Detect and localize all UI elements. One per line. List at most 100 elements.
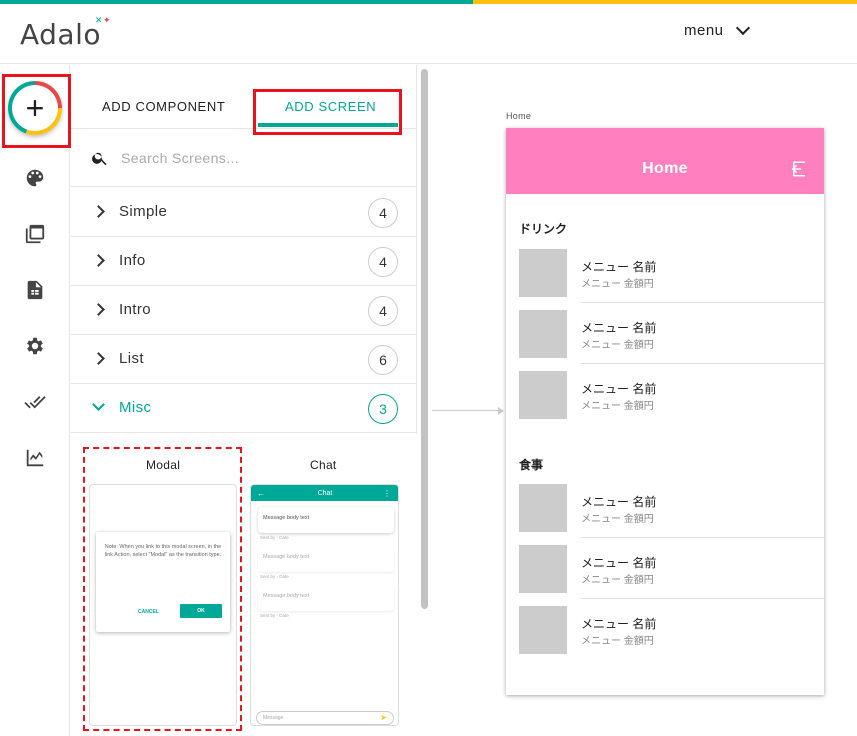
chevron-right-icon <box>92 205 105 218</box>
category-label: Simple <box>119 203 168 220</box>
logo-sparkle-icon: ✕✦ <box>94 16 112 26</box>
left-tool-rail: + <box>0 65 70 736</box>
search-bar <box>71 129 417 187</box>
category-label: Info <box>119 252 146 269</box>
category-misc[interactable]: Misc 3 <box>71 384 417 433</box>
item-price: メニュー 金額円 <box>581 514 654 525</box>
chat-bar-title: Chat <box>317 489 333 497</box>
item-divider <box>581 598 824 599</box>
item-name: メニュー 名前 <box>581 495 657 509</box>
chat-message: Message body text <box>258 546 394 572</box>
send-icon: ➤ <box>380 713 387 722</box>
item-name: メニュー 名前 <box>581 556 657 570</box>
logout-icon[interactable] <box>790 160 808 178</box>
category-simple[interactable]: Simple 4 <box>71 188 417 237</box>
screen-home[interactable]: Home ドリンク メニュー 名前 メニュー 金額円 メニュー 名前 メニュー … <box>506 128 824 695</box>
chat-sent-info: Sent by - Date <box>260 535 289 540</box>
item-name: メニュー 名前 <box>581 260 657 274</box>
screens-icon[interactable] <box>24 223 46 245</box>
chat-app-bar: ← Chat ⋮ <box>251 485 398 501</box>
arrow-left-icon: ← <box>257 488 265 498</box>
chat-message: Message body text <box>258 507 394 533</box>
item-divider <box>581 363 824 364</box>
panel-tabs: ADD COMPONENT ADD SCREEN <box>71 65 417 129</box>
section-title: ドリンク <box>519 222 568 236</box>
app-header: Adalo ✕✦ menu <box>0 4 857 64</box>
item-price: メニュー 金額円 <box>581 636 654 647</box>
menu-label: menu <box>684 22 724 39</box>
category-intro[interactable]: Intro 4 <box>71 286 417 335</box>
screen-name-label[interactable]: Home <box>506 111 531 121</box>
category-count: 4 <box>368 296 398 326</box>
category-label: List <box>119 350 144 367</box>
list-item[interactable]: メニュー 名前 メニュー 金額円 <box>519 484 824 545</box>
search-input[interactable] <box>121 147 391 169</box>
section-title: 食事 <box>519 458 544 472</box>
chat-message: Message body text <box>258 585 394 611</box>
list-item[interactable]: メニュー 名前 メニュー 金額円 <box>519 606 824 667</box>
category-info[interactable]: Info 4 <box>71 237 417 286</box>
item-divider <box>581 537 824 538</box>
item-image <box>519 545 567 593</box>
list-item[interactable]: メニュー 名前 メニュー 金額円 <box>519 310 824 371</box>
item-divider <box>581 302 824 303</box>
item-price: メニュー 金額円 <box>581 340 654 351</box>
item-name: メニュー 名前 <box>581 617 657 631</box>
modal-cancel-button: CANCEL <box>138 609 159 615</box>
gear-icon[interactable] <box>24 335 46 357</box>
template-card-modal[interactable]: Note: When you link to this modal screen… <box>89 484 237 726</box>
panel-scrollbar[interactable] <box>419 65 431 736</box>
list-item[interactable]: メニュー 名前 メニュー 金額円 <box>519 371 824 432</box>
category-count: 4 <box>368 247 398 277</box>
template-card-chat[interactable]: ← Chat ⋮ Message body text Sent by - Dat… <box>250 484 399 726</box>
app-bar-title: Home <box>642 160 688 177</box>
plus-icon: + <box>12 85 58 131</box>
logo-text: Adalo <box>20 18 102 51</box>
tab-add-screen[interactable]: ADD SCREEN <box>285 99 376 114</box>
chat-input-preview: Message ➤ <box>256 711 394 725</box>
item-name: メニュー 名前 <box>581 382 657 396</box>
category-list[interactable]: List 6 <box>71 335 417 384</box>
list-item[interactable]: メニュー 名前 メニュー 金額円 <box>519 249 824 310</box>
modal-ok-button: OK <box>180 604 222 618</box>
chevron-right-icon <box>92 303 105 316</box>
tab-add-component[interactable]: ADD COMPONENT <box>102 99 225 114</box>
link-line <box>432 410 502 411</box>
template-title-chat: Chat <box>310 458 337 472</box>
item-image <box>519 310 567 358</box>
search-icon <box>92 152 107 166</box>
chevron-right-icon <box>92 352 105 365</box>
chat-sent-info: Sent by - Date <box>260 613 289 618</box>
add-panel: ADD COMPONENT ADD SCREEN Simple 4 Info 4… <box>71 65 417 736</box>
item-image <box>519 484 567 532</box>
more-vertical-icon: ⋮ <box>383 488 391 498</box>
chevron-down-icon <box>92 398 105 411</box>
item-price: メニュー 金額円 <box>581 279 654 290</box>
chevron-right-icon <box>92 254 105 267</box>
canvas: Home Home ドリンク メニュー 名前 メニュー 金額円 メニュー 名前 … <box>432 65 857 736</box>
link-arrow-icon <box>498 407 504 415</box>
adalo-logo[interactable]: Adalo ✕✦ <box>20 16 111 51</box>
active-tab-indicator <box>258 123 398 127</box>
item-image <box>519 249 567 297</box>
app-bar: Home <box>506 128 824 194</box>
publish-check-icon[interactable] <box>24 391 46 413</box>
item-price: メニュー 金額円 <box>581 575 654 586</box>
template-thumbnails: Modal Note: When you link to this modal … <box>71 434 417 736</box>
database-icon[interactable] <box>24 279 46 301</box>
chevron-down-icon <box>735 20 750 36</box>
scroll-thumb[interactable] <box>421 69 428 609</box>
chat-sent-info: Sent by - Date <box>260 574 289 579</box>
category-label: Intro <box>119 301 152 318</box>
modal-note: Note: When you link to this modal screen… <box>104 544 222 558</box>
item-price: メニュー 金額円 <box>581 401 654 412</box>
item-image <box>519 371 567 419</box>
palette-icon[interactable] <box>24 167 46 189</box>
menu-button[interactable]: menu <box>684 20 750 39</box>
category-label: Misc <box>119 399 152 416</box>
add-button[interactable]: + <box>8 81 62 135</box>
category-count: 4 <box>368 198 398 228</box>
chat-input-placeholder: Message <box>263 715 284 721</box>
list-item[interactable]: メニュー 名前 メニュー 金額円 <box>519 545 824 606</box>
analytics-icon[interactable] <box>24 447 46 469</box>
